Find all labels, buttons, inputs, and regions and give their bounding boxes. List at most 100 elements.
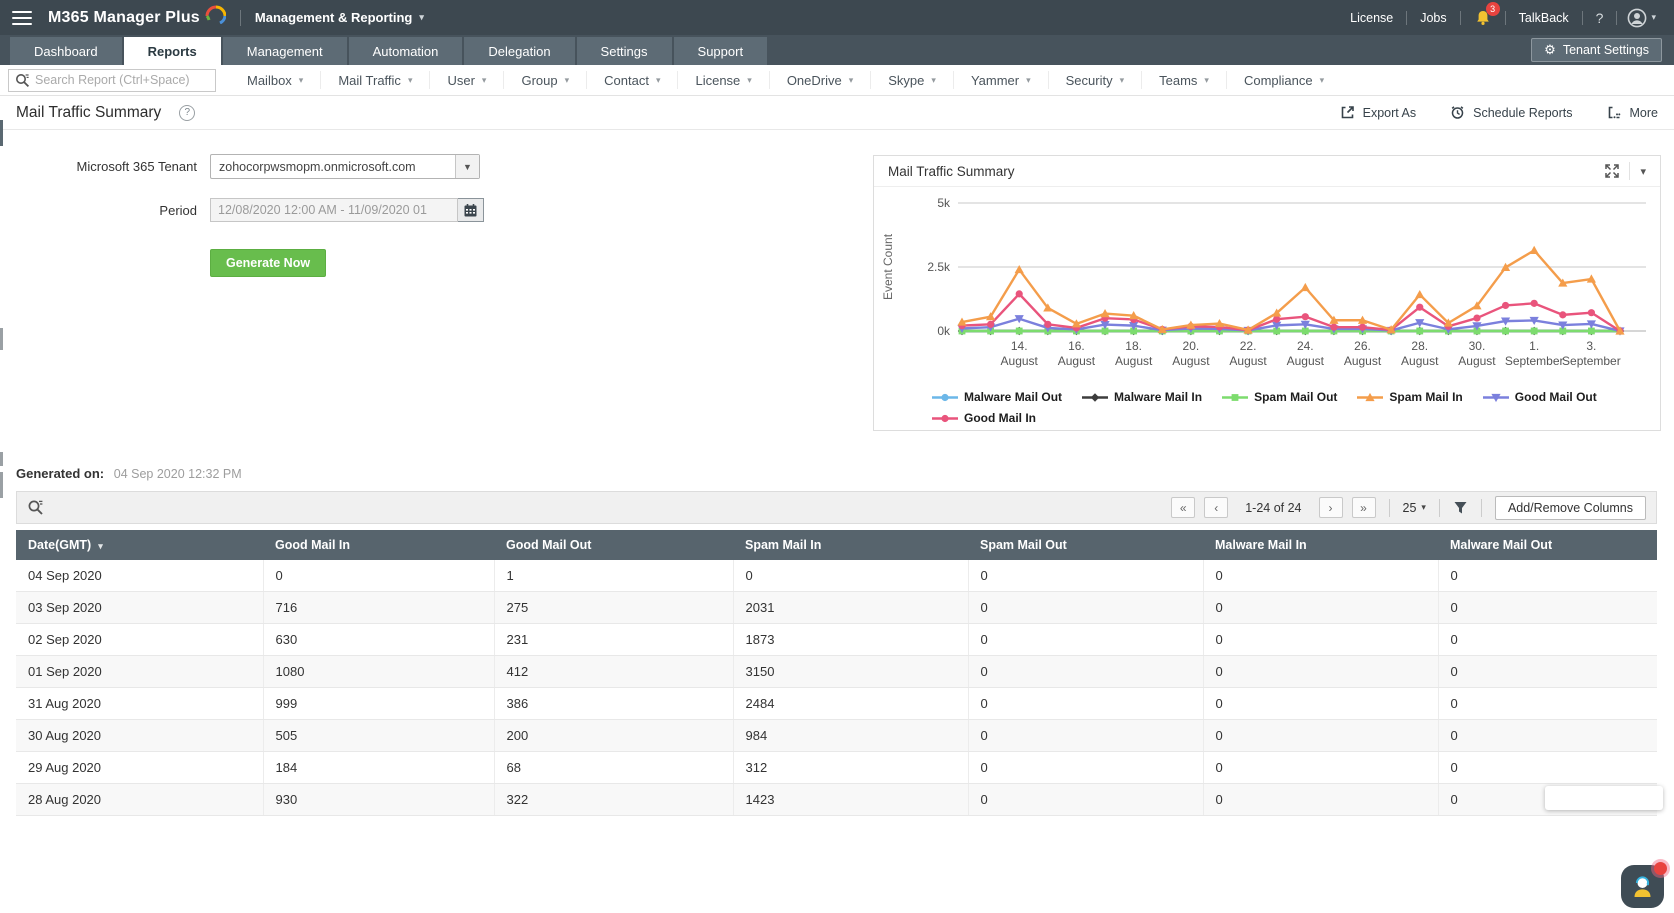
export-as-button[interactable]: Export As xyxy=(1340,105,1416,120)
table-header-row: Date(GMT) ▾ Good Mail In Good Mail Out Spam … xyxy=(16,530,1657,560)
reportnav-menu-group[interactable]: Group ▾ xyxy=(503,71,586,89)
tab-management[interactable]: Management xyxy=(222,37,347,65)
tenant-select[interactable]: zohocorpwsmopm.onmicrosoft.com ▼ xyxy=(210,154,480,179)
reportnav-menu-security[interactable]: Security ▾ xyxy=(1047,71,1142,89)
license-link[interactable]: License xyxy=(1337,11,1406,25)
table-row[interactable]: 29 Aug 2020 184 68 312 0 0 0 xyxy=(16,751,1657,784)
schedule-reports-label: Schedule Reports xyxy=(1473,105,1573,120)
schedule-reports-button[interactable]: Schedule Reports xyxy=(1450,105,1573,120)
period-input[interactable] xyxy=(210,198,458,222)
column-header-date-gmt[interactable]: Date(GMT) ▾ xyxy=(16,530,263,560)
pagination-range: 1-24 of 24 xyxy=(1245,500,1302,515)
context-switcher[interactable]: Management & Reporting ▾ xyxy=(255,10,424,25)
hamburger-menu-icon[interactable] xyxy=(12,10,32,25)
left-scroll-indicator[interactable] xyxy=(0,328,3,350)
column-header-malware-mail-out[interactable]: Malware Mail Out xyxy=(1438,530,1657,560)
help-icon[interactable]: ? xyxy=(1583,10,1617,26)
table-row[interactable]: 30 Aug 2020 505 200 984 0 0 0 xyxy=(16,719,1657,752)
page-help-icon[interactable]: ? xyxy=(179,104,196,121)
column-label: Spam Mail Out xyxy=(980,538,1067,552)
table-cell: 716 xyxy=(263,591,495,624)
tenant-select-value: zohocorpwsmopm.onmicrosoft.com xyxy=(219,159,416,174)
filter-funnel-icon[interactable] xyxy=(1453,500,1468,515)
table-cell: 0 xyxy=(1438,560,1657,592)
legend-item-spam-mail-out[interactable]: Spam Mail Out xyxy=(1222,390,1337,404)
table-row[interactable]: 03 Sep 2020 716 275 2031 0 0 0 xyxy=(16,591,1657,624)
table-row[interactable]: 01 Sep 2020 1080 412 3150 0 0 0 xyxy=(16,655,1657,688)
account-menu[interactable]: ▾ xyxy=(1617,8,1662,28)
reportnav-menu-compliance[interactable]: Compliance ▾ xyxy=(1225,71,1341,89)
reportnav-menu-onedrive[interactable]: OneDrive ▾ xyxy=(768,71,870,89)
table-cell: 68 xyxy=(494,751,734,784)
legend-marker-icon xyxy=(1482,393,1509,402)
column-header-malware-mail-in[interactable]: Malware Mail In xyxy=(1203,530,1438,560)
support-chat-button[interactable] xyxy=(1621,862,1667,908)
left-scroll-indicator[interactable] xyxy=(0,452,3,466)
legend-marker-icon xyxy=(1082,392,1109,402)
legend-item-good-mail-in[interactable]: Good Mail In xyxy=(932,411,1036,425)
reportnav-menu-skype[interactable]: Skype ▾ xyxy=(870,71,953,89)
tab-settings[interactable]: Settings xyxy=(576,37,672,65)
table-cell: 984 xyxy=(733,719,969,752)
more-button[interactable]: More xyxy=(1607,105,1658,120)
add-remove-columns-button[interactable]: Add/Remove Columns xyxy=(1494,495,1646,520)
reportnav-menu-user[interactable]: User ▾ xyxy=(429,71,503,89)
legend-item-good-mail-out[interactable]: Good Mail Out xyxy=(1482,390,1597,404)
table-row[interactable]: 28 Aug 2020 930 322 1423 0 0 0 xyxy=(16,783,1657,816)
export-icon xyxy=(1341,106,1354,119)
table-cell: 0 xyxy=(1438,719,1657,752)
notifications-bell-icon[interactable]: 3 xyxy=(1461,2,1505,26)
prev-page-button[interactable]: ‹ xyxy=(1204,497,1229,518)
column-header-spam-mail-out[interactable]: Spam Mail Out xyxy=(968,530,1203,560)
horizontal-scroll-thumb[interactable] xyxy=(1545,786,1663,810)
column-header-good-mail-out[interactable]: Good Mail Out xyxy=(494,530,733,560)
report-search-box[interactable] xyxy=(8,68,216,92)
sort-caret-icon[interactable]: ▾ xyxy=(98,541,103,551)
svg-text:30.: 30. xyxy=(1469,339,1486,353)
tab-delegation[interactable]: Delegation xyxy=(464,37,575,65)
reportnav-menu-mailbox[interactable]: Mailbox ▾ xyxy=(230,71,320,89)
last-page-button[interactable]: » xyxy=(1351,497,1376,518)
generate-now-button[interactable]: Generate Now xyxy=(210,249,327,277)
mail-traffic-table: Date(GMT) ▾ Good Mail In Good Mail Out Spam … xyxy=(16,530,1657,816)
tab-automation[interactable]: Automation xyxy=(348,37,463,65)
table-cell: 0 xyxy=(1438,751,1657,784)
calendar-button[interactable] xyxy=(458,198,484,222)
next-page-button[interactable]: › xyxy=(1318,497,1343,518)
table-row[interactable]: 31 Aug 2020 999 386 2484 0 0 0 xyxy=(16,687,1657,720)
column-header-good-mail-in[interactable]: Good Mail In xyxy=(263,530,494,560)
svg-text:August: August xyxy=(1458,354,1496,368)
column-label: Date(GMT) xyxy=(28,538,92,552)
table-cell: 999 xyxy=(263,687,495,720)
table-cell: 275 xyxy=(494,591,734,624)
reportnav-menu-mail-traffic[interactable]: Mail Traffic ▾ xyxy=(320,71,429,89)
legend-item-spam-mail-in[interactable]: Spam Mail In xyxy=(1357,390,1463,404)
reportnav-menu-contact[interactable]: Contact ▾ xyxy=(586,71,677,89)
tenant-settings-button[interactable]: ⚙ Tenant Settings xyxy=(1531,38,1662,62)
app-logo[interactable]: M365 Manager Plus xyxy=(48,5,226,27)
chevron-down-icon: ▾ xyxy=(1204,74,1209,85)
column-header-spam-mail-in[interactable]: Spam Mail In xyxy=(733,530,968,560)
search-report-input[interactable] xyxy=(35,73,209,87)
legend-item-malware-mail-in[interactable]: Malware Mail In xyxy=(1082,390,1202,404)
table-cell: 2484 xyxy=(733,687,969,720)
jobs-link[interactable]: Jobs xyxy=(1407,11,1459,25)
page-size-select[interactable]: 25 ▾ xyxy=(1403,501,1426,515)
reportnav-menu-teams[interactable]: Teams ▾ xyxy=(1141,71,1226,89)
table-search-icon[interactable] xyxy=(27,499,44,516)
tab-dashboard[interactable]: Dashboard xyxy=(10,37,122,65)
expand-chart-icon[interactable] xyxy=(1605,164,1620,178)
table-row[interactable]: 04 Sep 2020 0 1 0 0 0 0 xyxy=(16,560,1657,592)
tab-support[interactable]: Support xyxy=(673,37,768,65)
reportnav-menu-yammer[interactable]: Yammer ▾ xyxy=(952,71,1048,89)
tab-reports[interactable]: Reports xyxy=(123,37,221,65)
panel-menu-icon[interactable]: ▾ xyxy=(1640,165,1646,178)
chevron-down-icon: ▾ xyxy=(1026,74,1031,85)
left-scroll-indicator[interactable] xyxy=(0,472,3,498)
reportnav-menu-license[interactable]: License ▾ xyxy=(677,71,768,89)
legend-item-malware-mail-out[interactable]: Malware Mail Out xyxy=(932,390,1062,404)
table-row[interactable]: 02 Sep 2020 630 231 1873 0 0 0 xyxy=(16,623,1657,656)
table-cell: 0 xyxy=(968,591,1204,624)
talkback-link[interactable]: TalkBack xyxy=(1506,11,1582,25)
first-page-button[interactable]: « xyxy=(1171,497,1196,518)
